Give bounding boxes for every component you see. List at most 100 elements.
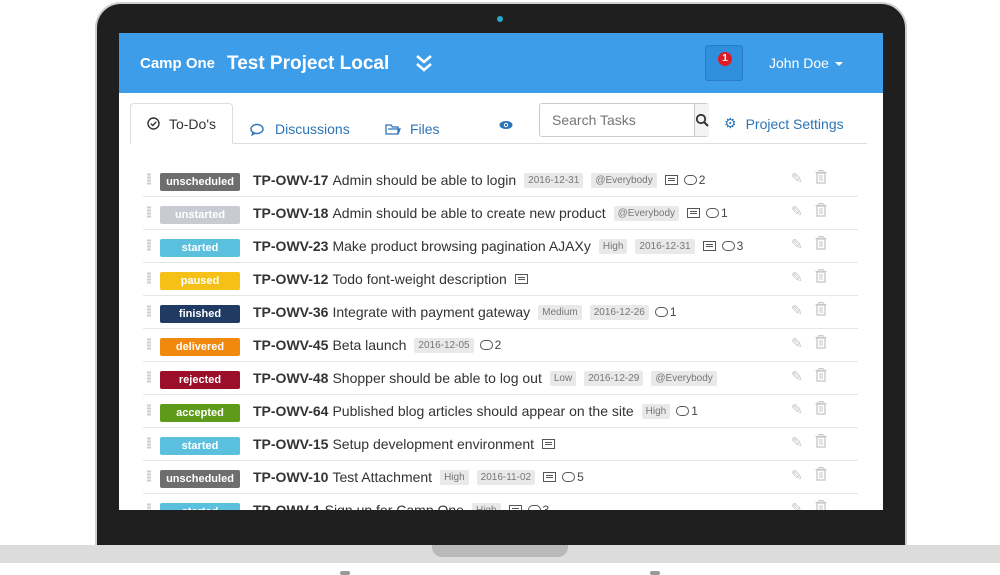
status-badge[interactable]: rejected — [160, 371, 240, 389]
task-id: TP-OWV-17 — [253, 172, 329, 188]
status-badge[interactable]: paused — [160, 272, 240, 290]
task-title[interactable]: TP-OWV-36 Integrate with payment gateway M… — [253, 296, 677, 328]
drag-handle-icon[interactable] — [147, 470, 151, 482]
task-title[interactable]: TP-OWV-64 Published blog articles should … — [253, 395, 698, 427]
task-row[interactable]: paused TP-OWV-12 Todo font-weight descript… — [143, 263, 858, 296]
trash-icon[interactable] — [815, 368, 827, 385]
eye-icon[interactable] — [499, 120, 513, 130]
task-title[interactable]: TP-OWV-48 Shopper should be able to log o… — [253, 362, 717, 394]
task-tag: High — [440, 469, 469, 485]
status-badge[interactable]: started — [160, 239, 240, 257]
task-row[interactable]: unscheduled TP-OWV-17 Admin should be able… — [143, 164, 858, 197]
task-title[interactable]: TP-OWV-17 Admin should be able to login 20… — [253, 164, 705, 196]
pencil-icon[interactable]: ✎ — [791, 335, 803, 352]
task-title[interactable]: TP-OWV-10 Test Attachment High 2016-11-02 5 — [253, 461, 584, 493]
task-row[interactable]: started TP-OWV-23 Make product browsing pa… — [143, 230, 858, 263]
pencil-icon[interactable]: ✎ — [791, 302, 803, 319]
pencil-icon[interactable]: ✎ — [791, 170, 803, 187]
comment-icon — [683, 175, 697, 185]
brand-logo[interactable]: Camp One — [140, 55, 215, 72]
tab-files[interactable]: Files — [385, 115, 440, 143]
pencil-icon[interactable]: ✎ — [791, 401, 803, 418]
pencil-icon[interactable]: ✎ — [791, 467, 803, 484]
task-title[interactable]: TP-OWV-45 Beta launch 2016-12-05 2 — [253, 329, 501, 361]
drag-handle-icon[interactable] — [147, 239, 151, 251]
gear-icon: ⚙ — [724, 115, 737, 131]
status-badge[interactable]: unscheduled — [160, 173, 240, 191]
trash-icon[interactable] — [815, 302, 827, 319]
comment-count-value: 3 — [736, 239, 744, 253]
user-menu[interactable]: John Doe — [769, 55, 843, 71]
drag-handle-icon[interactable] — [147, 305, 151, 317]
drag-handle-icon[interactable] — [147, 404, 151, 416]
task-tag: Medium — [538, 304, 582, 320]
task-tag: Low — [549, 370, 577, 386]
task-title[interactable]: TP-OWV-15 Setup development environment — [253, 428, 556, 460]
tab-discussions[interactable]: Discussions — [250, 115, 350, 143]
notifications-button[interactable]: 1 — [705, 45, 743, 81]
status-badge[interactable]: unstarted — [160, 206, 240, 224]
camera-dot — [497, 16, 503, 22]
drag-handle-icon[interactable] — [147, 173, 151, 185]
task-title[interactable]: TP-OWV-23 Make product browsing paginatio… — [253, 230, 743, 262]
status-badge[interactable]: started — [160, 437, 240, 455]
comment-icon — [706, 208, 720, 218]
task-row[interactable]: started TP-OWV-15 Setup development enviro… — [143, 428, 858, 461]
search-box — [539, 103, 709, 137]
task-row[interactable]: finished TP-OWV-36 Integrate with payment … — [143, 296, 858, 329]
comment-count-value: 1 — [669, 305, 677, 319]
drag-handle-icon[interactable] — [147, 338, 151, 350]
drag-handle-icon[interactable] — [147, 437, 151, 449]
trash-icon[interactable] — [815, 467, 827, 484]
trash-icon[interactable] — [815, 434, 827, 451]
pencil-icon[interactable]: ✎ — [791, 236, 803, 253]
top-navbar: Camp One Test Project Local 1 John Doe — [119, 33, 883, 93]
status-badge[interactable]: delivered — [160, 338, 240, 356]
drag-handle-icon[interactable] — [147, 371, 151, 383]
search-button[interactable] — [694, 104, 709, 136]
status-badge[interactable]: accepted — [160, 404, 240, 422]
trash-icon[interactable] — [815, 203, 827, 220]
task-name: Integrate with payment gateway — [332, 304, 531, 320]
project-settings-link[interactable]: ⚙ Project Settings — [724, 115, 844, 132]
pencil-icon[interactable]: ✎ — [791, 203, 803, 220]
search-input[interactable] — [540, 104, 694, 136]
drag-handle-icon[interactable] — [147, 206, 151, 218]
tab-todos[interactable]: To-Do's — [130, 103, 233, 144]
task-title[interactable]: TP-OWV-1 Sign up for Camp One High 3 — [253, 494, 549, 510]
double-chevron-down-icon[interactable] — [413, 51, 435, 75]
comment-count: 2 — [479, 338, 501, 352]
settings-label: Project Settings — [745, 115, 844, 132]
pencil-icon[interactable]: ✎ — [791, 368, 803, 385]
task-tag: High — [471, 502, 501, 510]
status-badge[interactable]: unscheduled — [160, 470, 240, 488]
row-actions: ✎ — [791, 203, 827, 220]
trash-icon[interactable] — [815, 500, 827, 510]
trash-icon[interactable] — [815, 401, 827, 418]
task-name: Admin should be able to create new produ… — [332, 205, 606, 221]
trash-icon[interactable] — [815, 269, 827, 286]
trash-icon[interactable] — [815, 236, 827, 253]
drag-handle-icon[interactable] — [147, 503, 151, 510]
task-row[interactable]: unscheduled TP-OWV-10 Test Attachment High 2… — [143, 461, 858, 494]
task-row[interactable]: accepted TP-OWV-64 Published blog articles… — [143, 395, 858, 428]
task-title[interactable]: TP-OWV-12 Todo font-weight description — [253, 263, 528, 295]
task-title[interactable]: TP-OWV-18 Admin should be able to create … — [253, 197, 728, 229]
task-row[interactable]: delivered TP-OWV-45 Beta launch 2016-12-05 2… — [143, 329, 858, 362]
comment-count-value: 5 — [577, 470, 584, 484]
pencil-icon[interactable]: ✎ — [791, 269, 803, 286]
comment-count-value: 2 — [698, 173, 706, 187]
pencil-icon[interactable]: ✎ — [791, 500, 803, 510]
drag-handle-icon[interactable] — [147, 272, 151, 284]
task-tag: @Everybody — [651, 370, 717, 386]
task-row[interactable]: started TP-OWV-1Sign up for Camp One High 3… — [143, 494, 858, 510]
status-badge[interactable]: started — [160, 503, 240, 510]
pencil-icon[interactable]: ✎ — [791, 434, 803, 451]
task-row[interactable]: unstarted TP-OWV-18 Admin should be able t… — [143, 197, 858, 230]
task-tag: 2016-11-02 — [476, 469, 536, 485]
trash-icon[interactable] — [815, 335, 827, 352]
trash-icon[interactable] — [815, 170, 827, 187]
task-row[interactable]: rejected TP-OWV-48 Shopper should be able … — [143, 362, 858, 395]
status-badge[interactable]: finished — [160, 305, 240, 323]
laptop-notch — [432, 545, 568, 557]
